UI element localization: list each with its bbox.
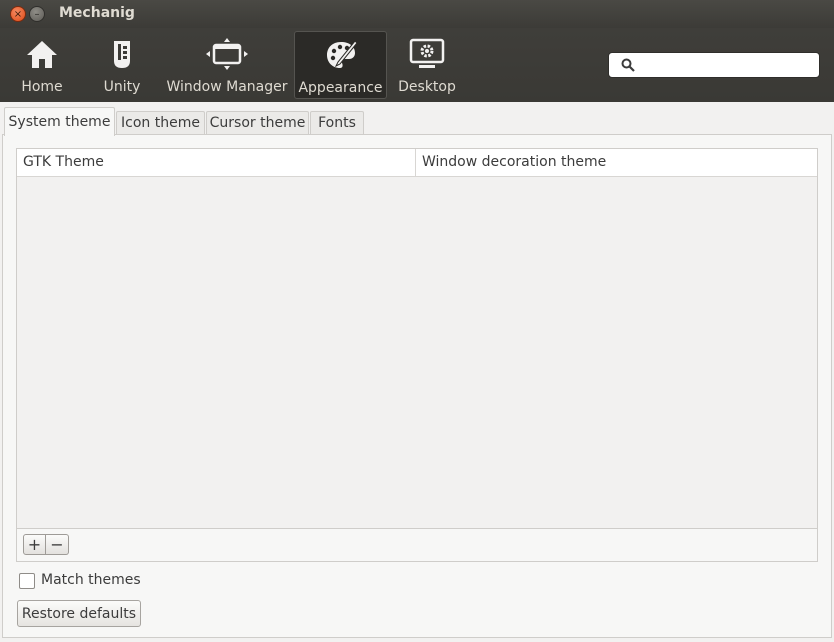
list-toolbar: + − xyxy=(16,529,818,562)
theme-table[interactable]: GTK Theme Window decoration theme xyxy=(16,148,818,529)
tab-cursor-theme[interactable]: Cursor theme xyxy=(206,111,309,135)
unity-icon xyxy=(114,41,130,68)
window-manager-icon xyxy=(206,38,248,70)
toolbar-desktop-label: Desktop xyxy=(398,79,456,95)
toolbar-appearance-label: Appearance xyxy=(298,80,383,96)
tab-system-theme[interactable]: System theme xyxy=(4,107,115,136)
remove-button[interactable]: − xyxy=(46,534,69,555)
restore-defaults-button[interactable]: Restore defaults xyxy=(17,600,141,627)
toolbar-window-manager-button[interactable]: Window Manager xyxy=(166,31,288,99)
toolbar-window-manager-label: Window Manager xyxy=(166,79,288,95)
match-themes-label[interactable]: Match themes xyxy=(41,572,141,588)
search-box[interactable] xyxy=(608,52,820,78)
tab-bar: System theme Icon theme Cursor theme Fon… xyxy=(0,102,834,136)
add-button[interactable]: + xyxy=(23,534,46,555)
main-toolbar: Home Unity Window Manager Appearance Des… xyxy=(0,28,834,102)
tab-icon-theme[interactable]: Icon theme xyxy=(116,111,205,135)
toolbar-unity-label: Unity xyxy=(103,79,141,95)
toolbar-home-label: Home xyxy=(21,79,63,95)
match-themes-checkbox[interactable] xyxy=(19,573,35,589)
tab-fonts[interactable]: Fonts xyxy=(310,111,364,135)
title-bar[interactable]: × – Mechanig xyxy=(0,0,834,28)
table-header: GTK Theme Window decoration theme xyxy=(17,149,817,177)
close-button[interactable]: × xyxy=(10,6,26,22)
column-header-window-decoration-theme[interactable]: Window decoration theme xyxy=(416,149,817,176)
app-window: × – Mechanig Home Unity Window Manager A… xyxy=(0,0,834,642)
home-icon xyxy=(27,41,57,68)
minimize-button[interactable]: – xyxy=(29,6,45,22)
toolbar-appearance-button[interactable]: Appearance xyxy=(294,31,387,99)
table-body[interactable] xyxy=(17,177,817,528)
toolbar-unity-button[interactable]: Unity xyxy=(92,31,152,99)
desktop-icon xyxy=(409,38,445,68)
search-input[interactable] xyxy=(641,55,813,75)
palette-icon xyxy=(326,40,358,68)
window-title: Mechanig xyxy=(59,5,135,21)
toolbar-home-button[interactable]: Home xyxy=(10,31,74,99)
search-icon xyxy=(621,58,635,72)
toolbar-desktop-button[interactable]: Desktop xyxy=(394,31,460,99)
column-header-gtk-theme[interactable]: GTK Theme xyxy=(17,149,416,176)
